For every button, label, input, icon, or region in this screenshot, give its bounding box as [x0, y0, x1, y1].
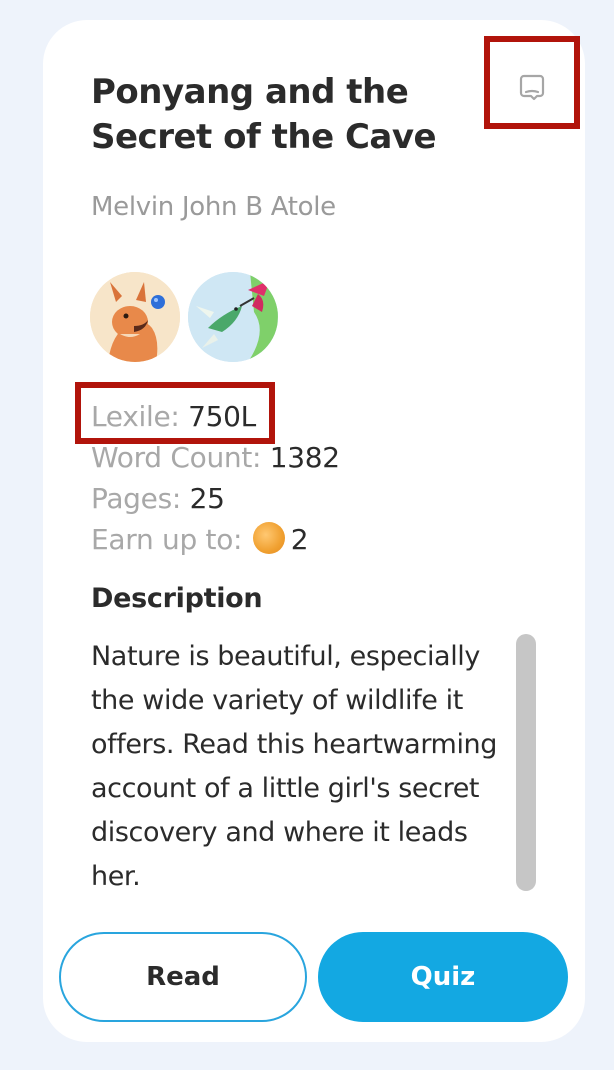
- pages-label: Pages:: [91, 482, 190, 515]
- earn-label: Earn up to:: [91, 523, 251, 556]
- fox-character-avatar: [90, 272, 180, 362]
- word-count-label: Word Count:: [91, 441, 270, 474]
- quiz-button[interactable]: Quiz: [318, 932, 568, 1022]
- description-scrollbar[interactable]: [516, 634, 536, 891]
- pages-stat: Pages: 25: [91, 478, 340, 519]
- book-author: Melvin John B Atole: [91, 192, 336, 222]
- hummingbird-avatar: [188, 272, 278, 362]
- bookmark-highlight-box: [484, 36, 580, 129]
- pages-value: 25: [189, 482, 225, 515]
- read-button[interactable]: Read: [59, 932, 307, 1022]
- book-title: Ponyang and the Secret of the Cave: [91, 72, 437, 157]
- description-text: Nature is beautiful, especially the wide…: [91, 641, 498, 892]
- earn-stat: Earn up to: 2: [91, 519, 340, 560]
- earn-value: 2: [290, 523, 309, 556]
- description-heading: Description: [91, 583, 263, 614]
- coin-icon: [252, 522, 285, 554]
- word-count-value: 1382: [269, 441, 340, 474]
- lexile-highlight-box: [75, 382, 275, 444]
